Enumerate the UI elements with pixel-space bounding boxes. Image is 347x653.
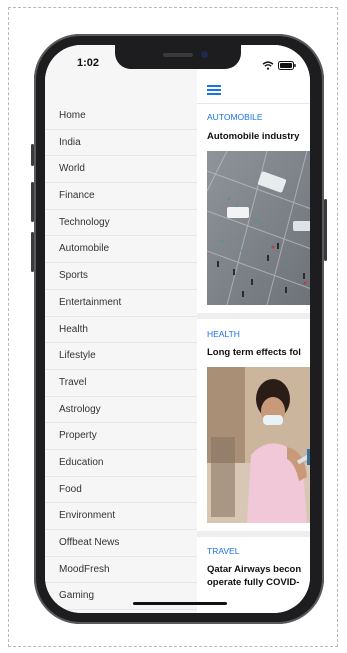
menu-item-entertainment[interactable]: Entertainment: [45, 290, 197, 317]
menu-item-education[interactable]: Education: [45, 450, 197, 477]
volume-up-button: [31, 182, 34, 222]
wifi-icon: [262, 57, 274, 75]
phone-screen: Home India World Finance Technology Auto…: [45, 45, 310, 613]
menu-item-automobile[interactable]: Automobile: [45, 236, 197, 264]
menu-item-food[interactable]: Food: [45, 477, 197, 504]
notch: [115, 45, 241, 69]
menu-item-health[interactable]: Health: [45, 317, 197, 344]
article-headline[interactable]: Automobile industry: [207, 131, 299, 143]
article-image-traffic[interactable]: [207, 151, 310, 305]
status-icons: [262, 57, 296, 75]
mute-switch: [31, 144, 34, 166]
menu-item-technology[interactable]: Technology: [45, 210, 197, 237]
article-image-vaccination[interactable]: [207, 367, 310, 523]
menu-item-offbeat-news[interactable]: Offbeat News: [45, 530, 197, 557]
menu-item-world[interactable]: World: [45, 156, 197, 184]
menu-item-property[interactable]: Property: [45, 423, 197, 450]
menu-item-home[interactable]: Home: [45, 103, 197, 130]
volume-down-button: [31, 232, 34, 272]
article-category[interactable]: TRAVEL: [207, 546, 239, 556]
article-headline-line1[interactable]: Qatar Airways becon: [207, 564, 301, 576]
menu-item-lifestyle[interactable]: Lifestyle: [45, 343, 197, 370]
article-divider: [197, 313, 310, 319]
article-headline[interactable]: Long term effects fol: [207, 347, 301, 359]
article-category[interactable]: AUTOMOBILE: [207, 112, 263, 122]
header-divider: [197, 103, 310, 104]
menu-item-finance[interactable]: Finance: [45, 183, 197, 210]
menu-item-moodfresh[interactable]: MoodFresh: [45, 557, 197, 584]
side-menu: Home India World Finance Technology Auto…: [45, 45, 198, 613]
article-divider: [197, 531, 310, 537]
news-feed: AUTOMOBILE Automobile industry HEALTH Lo…: [197, 45, 310, 613]
status-time: 1:02: [77, 57, 100, 69]
menu-item-india[interactable]: India: [45, 130, 197, 157]
menu-item-sports[interactable]: Sports: [45, 263, 197, 290]
battery-icon: [278, 57, 296, 75]
article-category[interactable]: HEALTH: [207, 329, 240, 339]
menu-item-travel[interactable]: Travel: [45, 370, 197, 397]
menu-item-environment[interactable]: Environment: [45, 503, 197, 530]
menu-item-gaming[interactable]: Gaming: [45, 583, 197, 611]
home-indicator[interactable]: [133, 602, 227, 605]
power-button: [324, 199, 327, 261]
article-headline-line2[interactable]: operate fully COVID-: [207, 577, 299, 589]
menu-list: Home India World Finance Technology Auto…: [45, 103, 197, 611]
menu-item-astrology[interactable]: Astrology: [45, 397, 197, 424]
hamburger-icon[interactable]: [207, 85, 221, 97]
